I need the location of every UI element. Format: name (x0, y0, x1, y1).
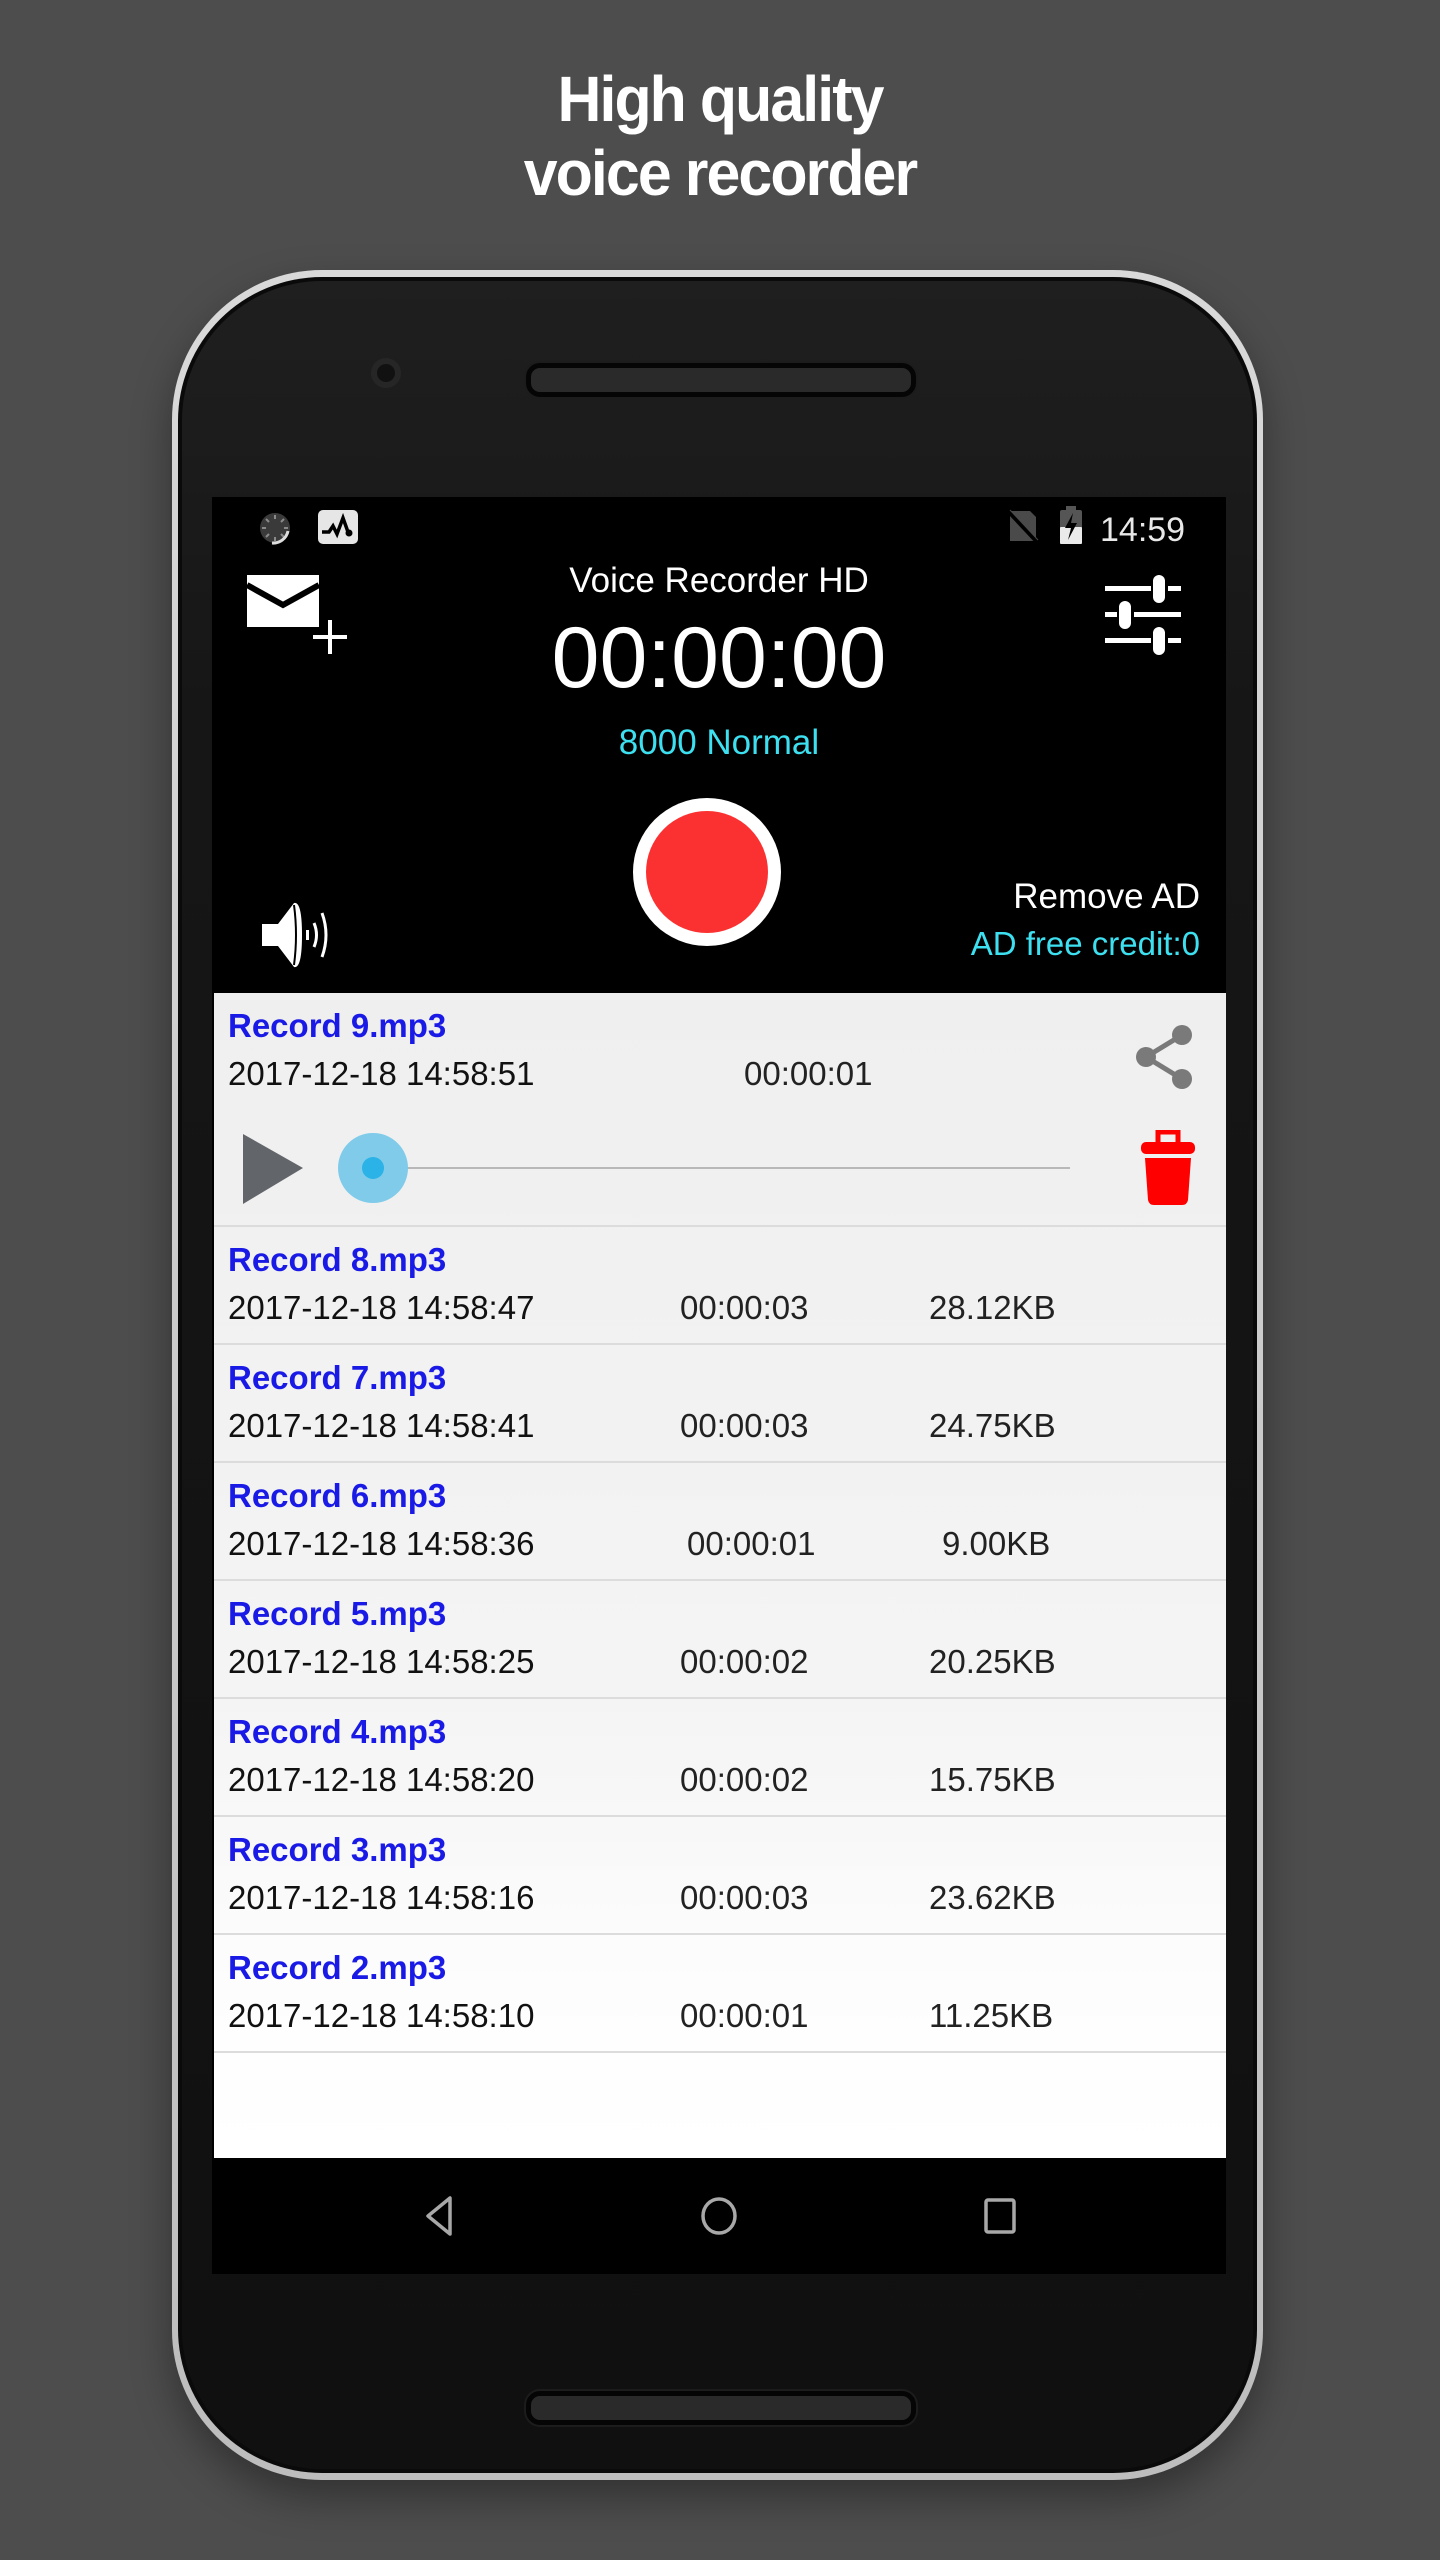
navigation-bar (212, 2158, 1226, 2274)
recording-size: 28.12KB (929, 1289, 1056, 1326)
battery-charging-icon (1060, 506, 1082, 544)
recording-name: Record 4.mp3 (228, 1713, 447, 1750)
seek-thumb-dot (362, 1157, 384, 1179)
seek-bar-thumb[interactable] (338, 1133, 408, 1203)
recording-size: 11.25KB (929, 1997, 1054, 2034)
bottom-speaker (526, 2391, 916, 2425)
recording-name: Record 2.mp3 (228, 1949, 447, 1986)
recording-date: 2017-12-18 14:58:51 (228, 1055, 535, 1092)
recording-name: Record 3.mp3 (228, 1831, 447, 1868)
recording-date: 2017-12-18 14:58:47 (228, 1289, 535, 1326)
speaker-volume-icon (262, 902, 328, 968)
recording-duration: 00:00:02 (680, 1643, 809, 1680)
recording-date: 2017-12-18 14:58:41 (228, 1407, 535, 1444)
speaker-button[interactable] (258, 897, 334, 973)
list-item[interactable]: Record 8.mp3 2017-12-18 14:58:47 00:00:03 2… (214, 1227, 1226, 1345)
recording-timer: 00:00:00 (551, 610, 887, 706)
recording-date: 2017-12-18 14:58:20 (228, 1761, 535, 1798)
sync-loading-icon (260, 513, 290, 545)
front-camera (371, 358, 401, 388)
ad-credit-text: AD free credit:0 (970, 925, 1200, 962)
list-item[interactable]: Record 3.mp3 2017-12-18 14:58:16 00:00:03 2… (214, 1817, 1226, 1935)
recording-duration: 00:00:02 (680, 1761, 809, 1798)
recording-name: Record 7.mp3 (228, 1359, 447, 1396)
recording-size: 23.62KB (929, 1879, 1056, 1916)
recording-date: 2017-12-18 14:58:10 (228, 1997, 535, 2034)
status-bar: 14:59 (212, 497, 1226, 559)
list-item-expanded[interactable]: Record 9.mp3 2017-12-18 14:58:51 00:00:0… (214, 993, 1226, 1227)
recordings-list: Record 9.mp3 2017-12-18 14:58:51 00:00:0… (214, 993, 1226, 2158)
headline-line-1: High quality (557, 63, 884, 135)
list-item[interactable]: Record 6.mp3 2017-12-18 14:58:36 00:00:01 9… (214, 1463, 1226, 1581)
nav-home-button[interactable] (689, 2188, 749, 2244)
recording-duration: 00:00:03 (680, 1289, 809, 1326)
recording-duration: 00:00:01 (680, 1997, 809, 2034)
recording-size: 15.75KB (929, 1761, 1056, 1798)
recording-size: 20.25KB (929, 1643, 1056, 1680)
recording-date: 2017-12-18 14:58:16 (228, 1879, 535, 1916)
seek-bar-track[interactable] (384, 1167, 1070, 1169)
record-icon (646, 811, 768, 933)
phone-screen: 14:59 Voice Recorder HD 00:00:00 8000 No… (212, 497, 1226, 2274)
recording-duration: 00:00:01 (687, 1525, 816, 1562)
status-time: 14:59 (1100, 511, 1186, 549)
no-sim-icon (1006, 509, 1040, 543)
home-icon (701, 2197, 737, 2235)
recording-name: Record 5.mp3 (228, 1595, 447, 1632)
list-item[interactable]: Record 7.mp3 2017-12-18 14:58:41 00:00:03 2… (214, 1345, 1226, 1463)
play-icon (243, 1134, 303, 1204)
recording-size: 9.00KB (942, 1525, 1051, 1562)
share-icon (1136, 1025, 1192, 1089)
play-button[interactable] (241, 1134, 305, 1204)
nav-back-button[interactable] (410, 2188, 470, 2244)
recording-date: 2017-12-18 14:58:36 (228, 1525, 535, 1562)
share-button[interactable] (1132, 1023, 1196, 1091)
trash-icon (1141, 1129, 1195, 1205)
list-item[interactable]: Record 4.mp3 2017-12-18 14:58:20 00:00:02 1… (214, 1699, 1226, 1817)
earpiece-speaker (526, 363, 916, 397)
list-item[interactable]: Record 5.mp3 2017-12-18 14:58:25 00:00:02 2… (214, 1581, 1226, 1699)
recording-duration: 00:00:03 (680, 1879, 809, 1916)
activity-monitor-icon (318, 510, 358, 544)
remove-ad-link[interactable]: Remove AD (1013, 877, 1200, 917)
record-button[interactable] (633, 798, 781, 946)
recording-duration: 00:00:03 (680, 1407, 809, 1444)
promo-headline: High quality voice recorder (0, 62, 1440, 210)
headline-line-2: voice recorder (523, 137, 918, 209)
delete-button[interactable] (1140, 1129, 1196, 1206)
app-title: Voice Recorder HD (569, 561, 869, 600)
recording-date: 2017-12-18 14:58:25 (228, 1643, 535, 1680)
recents-icon (984, 2198, 1016, 2234)
list-item[interactable]: Record 2.mp3 2017-12-18 14:58:10 00:00:01 1… (214, 1935, 1226, 2053)
nav-recents-button[interactable] (970, 2188, 1030, 2244)
recording-name: Record 8.mp3 (228, 1241, 447, 1278)
recording-size: 24.75KB (929, 1407, 1056, 1444)
back-icon (426, 2196, 452, 2236)
recording-name: Record 6.mp3 (228, 1477, 447, 1514)
recording-name: Record 9.mp3 (228, 1007, 447, 1044)
quality-setting[interactable]: 8000 Normal (212, 723, 1226, 763)
recording-duration: 00:00:01 (744, 1055, 873, 1092)
